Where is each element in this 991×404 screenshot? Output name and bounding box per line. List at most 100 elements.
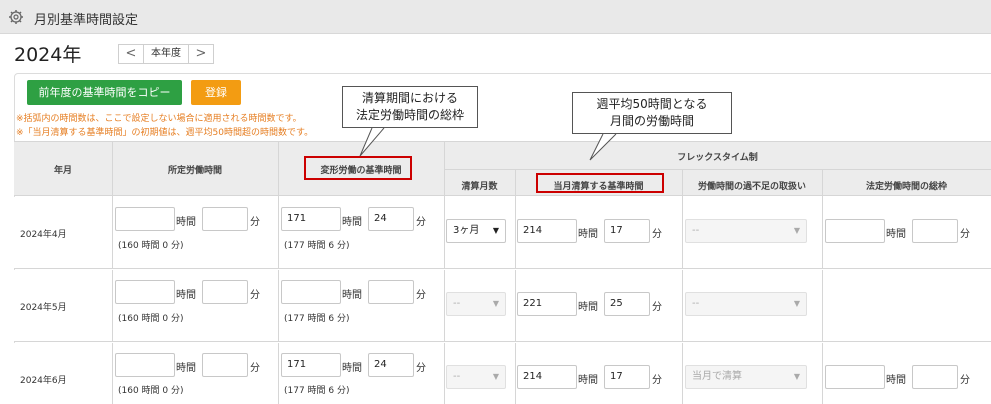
excess-handling-value: 当月で清算	[692, 371, 742, 382]
monthly-base-minutes-input[interactable]: 17	[604, 219, 650, 243]
hour-unit: 時間	[578, 302, 598, 313]
prescribed-hours-input[interactable]	[115, 353, 175, 377]
header-flextime: フレックスタイム制	[677, 153, 758, 163]
settlement-months-value: --	[453, 298, 461, 309]
monthly-base-minutes-input[interactable]: 17	[604, 365, 650, 389]
caret-down-icon: ▼	[793, 372, 800, 381]
hour-unit: 時間	[176, 217, 196, 228]
callout-left-line1: 清算期間における	[361, 91, 458, 105]
minute-unit: 分	[416, 217, 426, 228]
excess-handling-select[interactable]: -- ▼	[685, 219, 807, 243]
hour-unit: 時間	[342, 363, 362, 374]
settlement-months-value: 3ヶ月	[453, 225, 480, 236]
caret-down-icon: ▼	[793, 226, 800, 235]
callout-right-line2: 月間の労働時間	[609, 114, 694, 128]
prescribed-default: (160 時間 0 分)	[118, 386, 184, 396]
minute-unit: 分	[416, 290, 426, 301]
variable-default: (177 時間 6 分)	[284, 386, 350, 396]
monthly-base-hours-input[interactable]: 214	[517, 365, 577, 389]
header-settlement-months: 清算月数	[461, 182, 498, 192]
title-bar: 月別基準時間設定	[0, 0, 991, 34]
prescribed-minutes-input[interactable]	[202, 207, 248, 231]
minute-unit: 分	[652, 375, 662, 386]
callout-left-line2: 法定労働時間の総枠	[355, 108, 464, 122]
excess-handling-select[interactable]: -- ▼	[685, 292, 807, 316]
note-monthly-base: ※「当月清算する基準時間」の初期値は、週平均50時間超の時間数です。	[16, 128, 314, 138]
hour-unit: 時間	[578, 375, 598, 386]
callout-right-line1: 週平均50時間となる	[596, 97, 708, 111]
gear-icon[interactable]	[8, 9, 24, 25]
callout-weekly-50: 週平均50時間となる 月間の労働時間	[572, 92, 732, 134]
prescribed-minutes-input[interactable]	[202, 280, 248, 304]
variable-minutes-input[interactable]	[368, 280, 414, 304]
variable-hours-input[interactable]: 171	[281, 353, 341, 377]
settlement-months-select[interactable]: -- ▼	[446, 292, 506, 316]
monthly-base-minutes-input[interactable]: 25	[604, 292, 650, 316]
minute-unit: 分	[652, 229, 662, 240]
header-year-month: 年月	[53, 166, 72, 176]
excess-handling-select[interactable]: 当月で清算 ▼	[685, 365, 807, 389]
legal-total-hours-input[interactable]	[825, 219, 885, 243]
table-row: 2024年4月 時間 分 (160 時間 0 分) 171 時間 24 分 (1…	[14, 197, 991, 269]
variable-minutes-input[interactable]: 24	[368, 353, 414, 377]
header-prescribed-hours: 所定労働時間	[167, 166, 222, 176]
variable-hours-input[interactable]: 171	[281, 207, 341, 231]
legal-total-minutes-input[interactable]	[912, 365, 958, 389]
row-month: 2024年6月	[20, 376, 67, 386]
copy-previous-year-button[interactable]: 前年度の基準時間をコピー	[27, 80, 182, 105]
variable-minutes-input[interactable]: 24	[368, 207, 414, 231]
caret-down-icon: ▼	[492, 226, 499, 235]
minute-unit: 分	[250, 217, 260, 228]
settlement-months-select[interactable]: -- ▼	[446, 365, 506, 389]
variable-default: (177 時間 6 分)	[284, 314, 350, 324]
register-button[interactable]: 登録	[191, 80, 241, 105]
variable-hours-input[interactable]	[281, 280, 341, 304]
minute-unit: 分	[960, 375, 970, 386]
caret-down-icon: ▼	[793, 299, 800, 308]
settlement-months-select[interactable]: 3ヶ月 ▼	[446, 219, 506, 243]
prescribed-hours-input[interactable]	[115, 280, 175, 304]
legal-total-minutes-input[interactable]	[912, 219, 958, 243]
minute-unit: 分	[250, 363, 260, 374]
hour-unit: 時間	[176, 290, 196, 301]
highlight-monthly-base-header	[536, 173, 664, 193]
minute-unit: 分	[250, 290, 260, 301]
hour-unit: 時間	[176, 363, 196, 374]
hour-unit: 時間	[342, 217, 362, 228]
highlight-variable-header	[304, 156, 412, 180]
next-year-button[interactable]: >	[189, 45, 213, 63]
settlement-months-value: --	[453, 371, 461, 382]
callout-legal-total: 清算期間における 法定労働時間の総枠	[342, 86, 478, 128]
prev-year-button[interactable]: <	[119, 45, 143, 63]
caret-down-icon: ▼	[492, 372, 499, 381]
minute-unit: 分	[652, 302, 662, 313]
legal-total-hours-input[interactable]	[825, 365, 885, 389]
minute-unit: 分	[416, 363, 426, 374]
excess-handling-value: --	[692, 298, 700, 309]
prescribed-default: (160 時間 0 分)	[118, 241, 184, 251]
prescribed-default: (160 時間 0 分)	[118, 314, 184, 324]
hour-unit: 時間	[578, 229, 598, 240]
year-label: 2024年	[14, 44, 82, 66]
table-header: 年月 所定労働時間 変形労働の基準時間 フレックスタイム制 清算月数 当月清算す…	[14, 141, 991, 197]
note-default-hours: ※括弧内の時間数は、ここで設定しない場合に適用される時間数です。	[16, 114, 302, 124]
current-year-button[interactable]: 本年度	[143, 45, 189, 63]
page-title: 月別基準時間設定	[34, 13, 139, 28]
monthly-base-hours-input[interactable]: 221	[517, 292, 577, 316]
caret-down-icon: ▼	[492, 299, 499, 308]
hour-unit: 時間	[342, 290, 362, 301]
excess-handling-value: --	[692, 225, 700, 236]
table-row: 2024年6月 時間 分 (160 時間 0 分) 171 時間 24 分 (1…	[14, 343, 991, 404]
row-month: 2024年5月	[20, 303, 67, 313]
row-month: 2024年4月	[20, 230, 67, 240]
hour-unit: 時間	[886, 229, 906, 240]
prescribed-hours-input[interactable]	[115, 207, 175, 231]
variable-default: (177 時間 6 分)	[284, 241, 350, 251]
minute-unit: 分	[960, 229, 970, 240]
year-navigation: < 本年度 >	[118, 44, 214, 64]
prescribed-minutes-input[interactable]	[202, 353, 248, 377]
monthly-base-hours-input[interactable]: 214	[517, 219, 577, 243]
header-excess-handling: 労働時間の過不足の取扱い	[697, 182, 806, 192]
hour-unit: 時間	[886, 375, 906, 386]
table-row: 2024年5月 時間 分 (160 時間 0 分) 時間 分 (177 時間 6…	[14, 270, 991, 342]
